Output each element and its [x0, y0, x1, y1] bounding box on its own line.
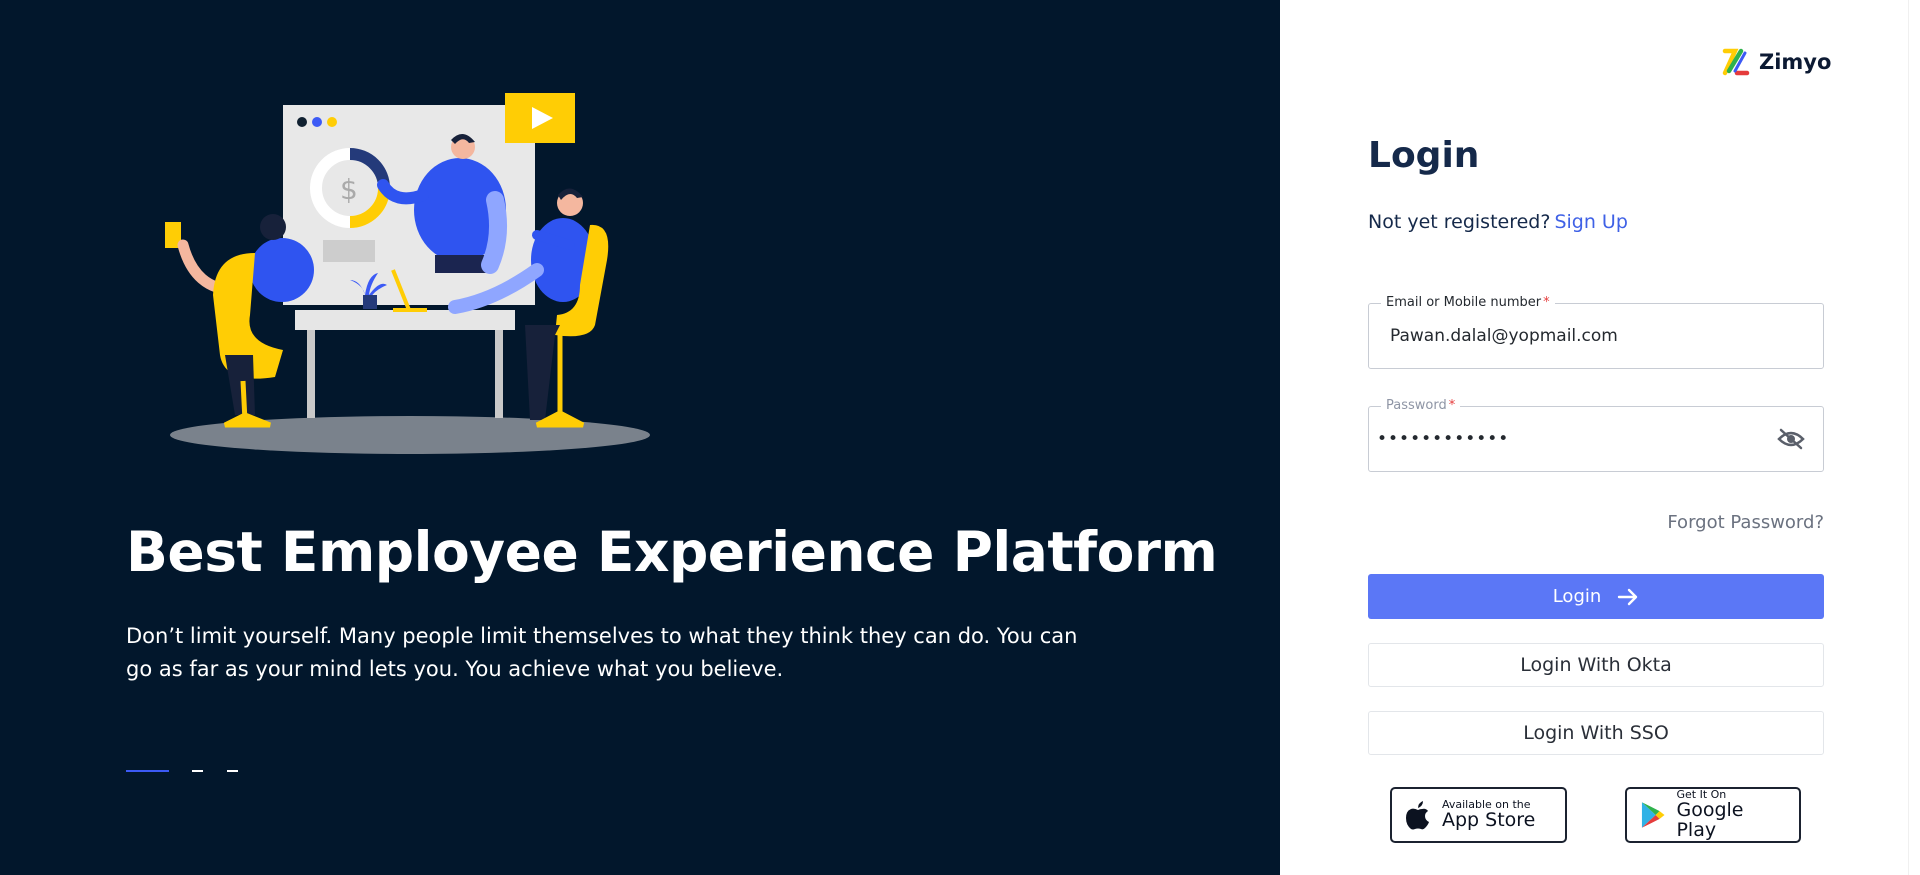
password-input[interactable] — [1377, 407, 1767, 471]
carousel-dot-2[interactable] — [192, 770, 203, 772]
login-button[interactable]: Login — [1368, 574, 1824, 619]
register-prompt-text: Not yet registered? — [1368, 211, 1551, 233]
password-field: Password * — [1368, 398, 1824, 472]
google-play-icon — [1641, 802, 1665, 828]
zimyo-logo-icon — [1722, 48, 1750, 76]
email-input[interactable] — [1390, 304, 1780, 368]
login-title: Login — [1368, 135, 1480, 176]
hero-title: Best Employee Experience Platform — [126, 520, 1218, 584]
signup-link[interactable]: Sign Up — [1554, 211, 1627, 233]
login-panel: Zimyo Login Not yet registered? Sign Up E… — [1280, 0, 1920, 875]
carousel-dot-1[interactable] — [126, 770, 169, 772]
google-play-badge[interactable]: Get It On Google Play — [1625, 787, 1801, 843]
team-meeting-illustration: $ — [165, 93, 650, 454]
login-okta-button[interactable]: Login With Okta — [1368, 643, 1824, 687]
login-button-label: Login — [1552, 586, 1602, 607]
google-play-big-text: Google Play — [1676, 798, 1744, 841]
apple-icon — [1406, 801, 1429, 830]
hero-description: Don’t limit yourself. Many people limit … — [126, 624, 1078, 681]
brand-name: Zimyo — [1759, 50, 1832, 74]
eye-off-icon[interactable] — [1777, 427, 1805, 451]
svg-text:$: $ — [340, 173, 358, 206]
app-store-big-text: App Store — [1442, 808, 1536, 831]
forgot-password-link[interactable]: Forgot Password? — [1368, 512, 1824, 533]
carousel-dot-3[interactable] — [227, 770, 238, 772]
hero-panel: $ Best Employee Experience Platform Don’… — [0, 0, 1280, 875]
email-field: Email or Mobile number * — [1368, 295, 1824, 369]
brand-logo: Zimyo — [1721, 47, 1831, 77]
scrollbar[interactable] — [1908, 0, 1920, 875]
carousel-indicators — [126, 770, 326, 774]
arrow-right-icon — [1618, 588, 1638, 605]
app-store-badge[interactable]: Available on the App Store — [1390, 787, 1567, 843]
register-prompt: Not yet registered? Sign Up — [1368, 211, 1628, 233]
login-sso-button[interactable]: Login With SSO — [1368, 711, 1824, 755]
